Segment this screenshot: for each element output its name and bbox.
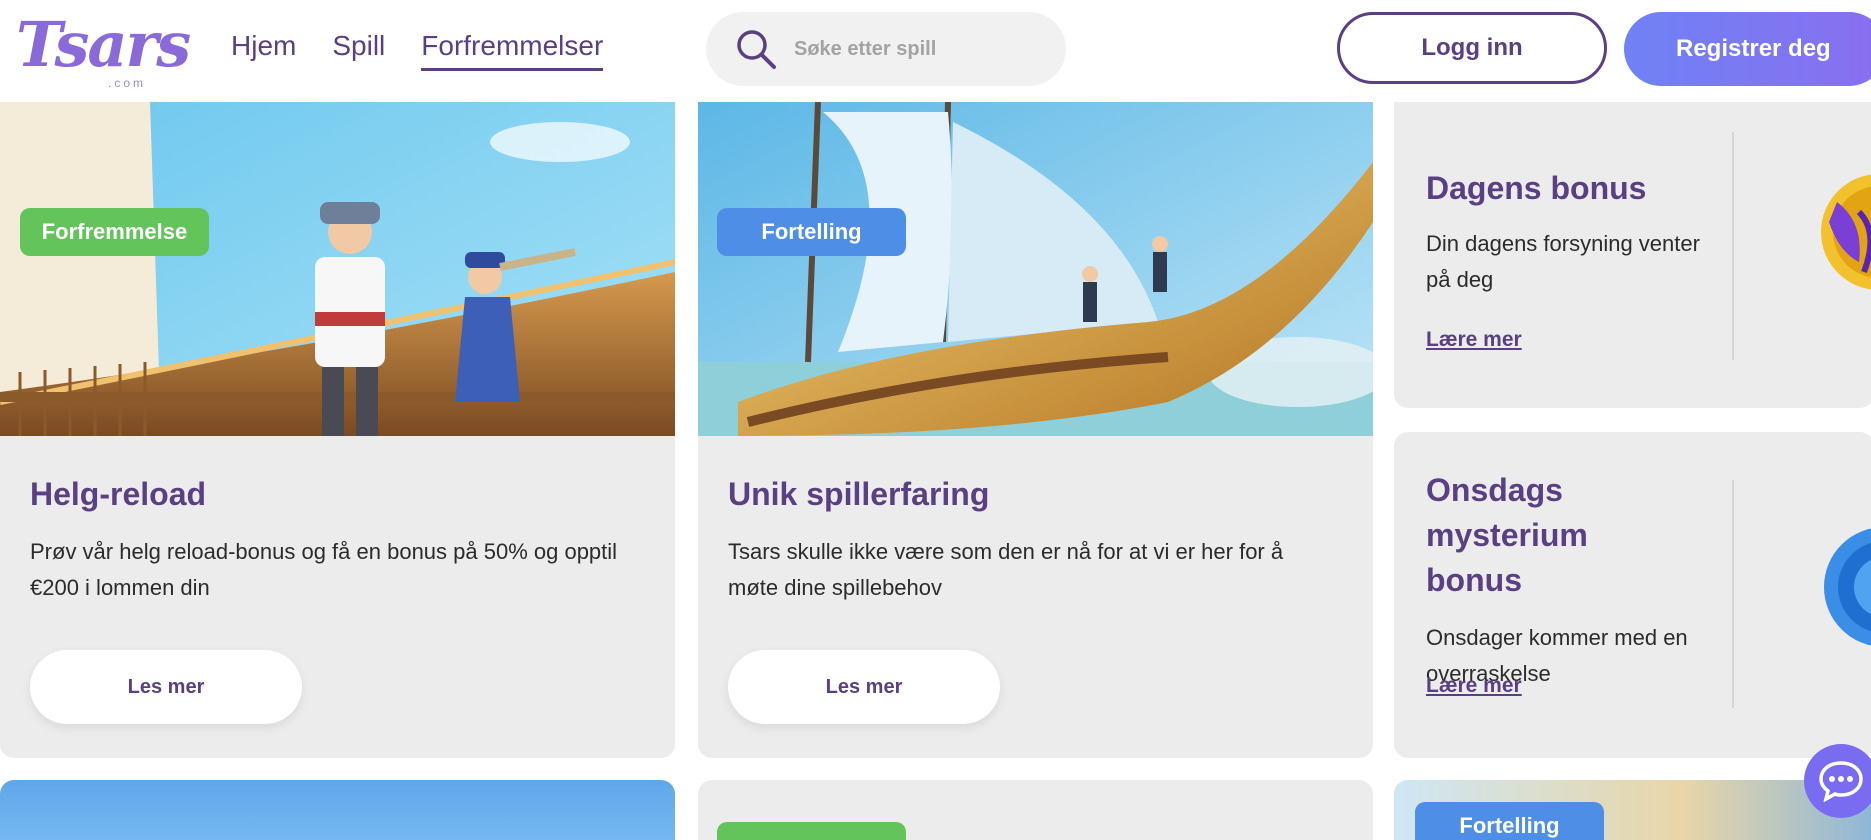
badge-promotion: Forfremmelse xyxy=(20,208,209,256)
nav-games[interactable]: Spill xyxy=(332,30,385,71)
side-card-title: Onsdags mysterium bonus xyxy=(1426,472,1588,598)
search-icon[interactable] xyxy=(734,27,778,71)
side-card-title: Dagens bonus xyxy=(1426,170,1647,206)
badge-story: Fortelling xyxy=(1415,802,1604,840)
chat-icon xyxy=(1819,761,1863,802)
promo-card-weekend-reload: Forfremmelse Helg-reload Prøv vår helg r… xyxy=(0,102,675,758)
card-title: Helg-reload xyxy=(30,476,207,512)
ship-illustration xyxy=(698,102,1373,436)
card-description: Tsars skulle ikke være som den er nå for… xyxy=(728,539,1284,600)
search-input[interactable] xyxy=(792,36,1056,62)
promo-card-bottom-right: Fortelling xyxy=(1394,780,1871,840)
gift-icon xyxy=(1821,174,1871,290)
card-title: Unik spillerfaring xyxy=(728,476,990,512)
promo-card-bottom-left xyxy=(0,780,675,840)
promo-card-bottom-middle xyxy=(698,780,1373,840)
read-more-button[interactable]: Les mer xyxy=(728,650,1000,724)
nav-promotions[interactable]: Forfremmelser xyxy=(421,30,604,71)
divider xyxy=(1732,480,1734,708)
captain-illustration xyxy=(0,102,675,436)
mystery-orb-icon xyxy=(1824,528,1871,646)
logo-domain: .com xyxy=(108,76,147,90)
promo-card-unique-experience: Fortelling Unik spillerfaring Tsars skul… xyxy=(698,102,1373,758)
read-more-button[interactable]: Les mer xyxy=(30,650,302,724)
learn-more-link[interactable]: Lære mer xyxy=(1426,674,1522,698)
logo-wordmark: Tsars xyxy=(16,8,191,81)
card-image xyxy=(0,780,675,840)
card-image xyxy=(698,102,1373,436)
learn-more-link[interactable]: Lære mer xyxy=(1426,328,1522,352)
main-nav: Hjem Spill Forfremmelser xyxy=(231,30,604,71)
card-description: Prøv vår helg reload-bonus og få en bonu… xyxy=(30,539,618,600)
badge-story: Fortelling xyxy=(717,208,906,256)
search-bar[interactable] xyxy=(706,12,1066,86)
side-card-daily-bonus: Dagens bonus Din dagens forsyning venter… xyxy=(1394,90,1871,408)
chat-button[interactable] xyxy=(1804,744,1871,818)
side-card-description: Din dagens forsyning venter på deg xyxy=(1426,231,1700,292)
register-button[interactable]: Registrer deg xyxy=(1624,12,1871,86)
badge-partial xyxy=(717,822,906,840)
login-button[interactable]: Logg inn xyxy=(1337,12,1607,84)
site-header: Tsars .com Hjem Spill Forfremmelser Logg… xyxy=(0,0,1871,102)
card-image xyxy=(0,102,675,436)
side-card-wednesday-bonus: Onsdags mysterium bonus Onsdager kommer … xyxy=(1394,432,1871,758)
site-logo[interactable]: Tsars .com xyxy=(16,8,191,92)
divider xyxy=(1732,132,1734,360)
nav-home[interactable]: Hjem xyxy=(231,30,296,71)
